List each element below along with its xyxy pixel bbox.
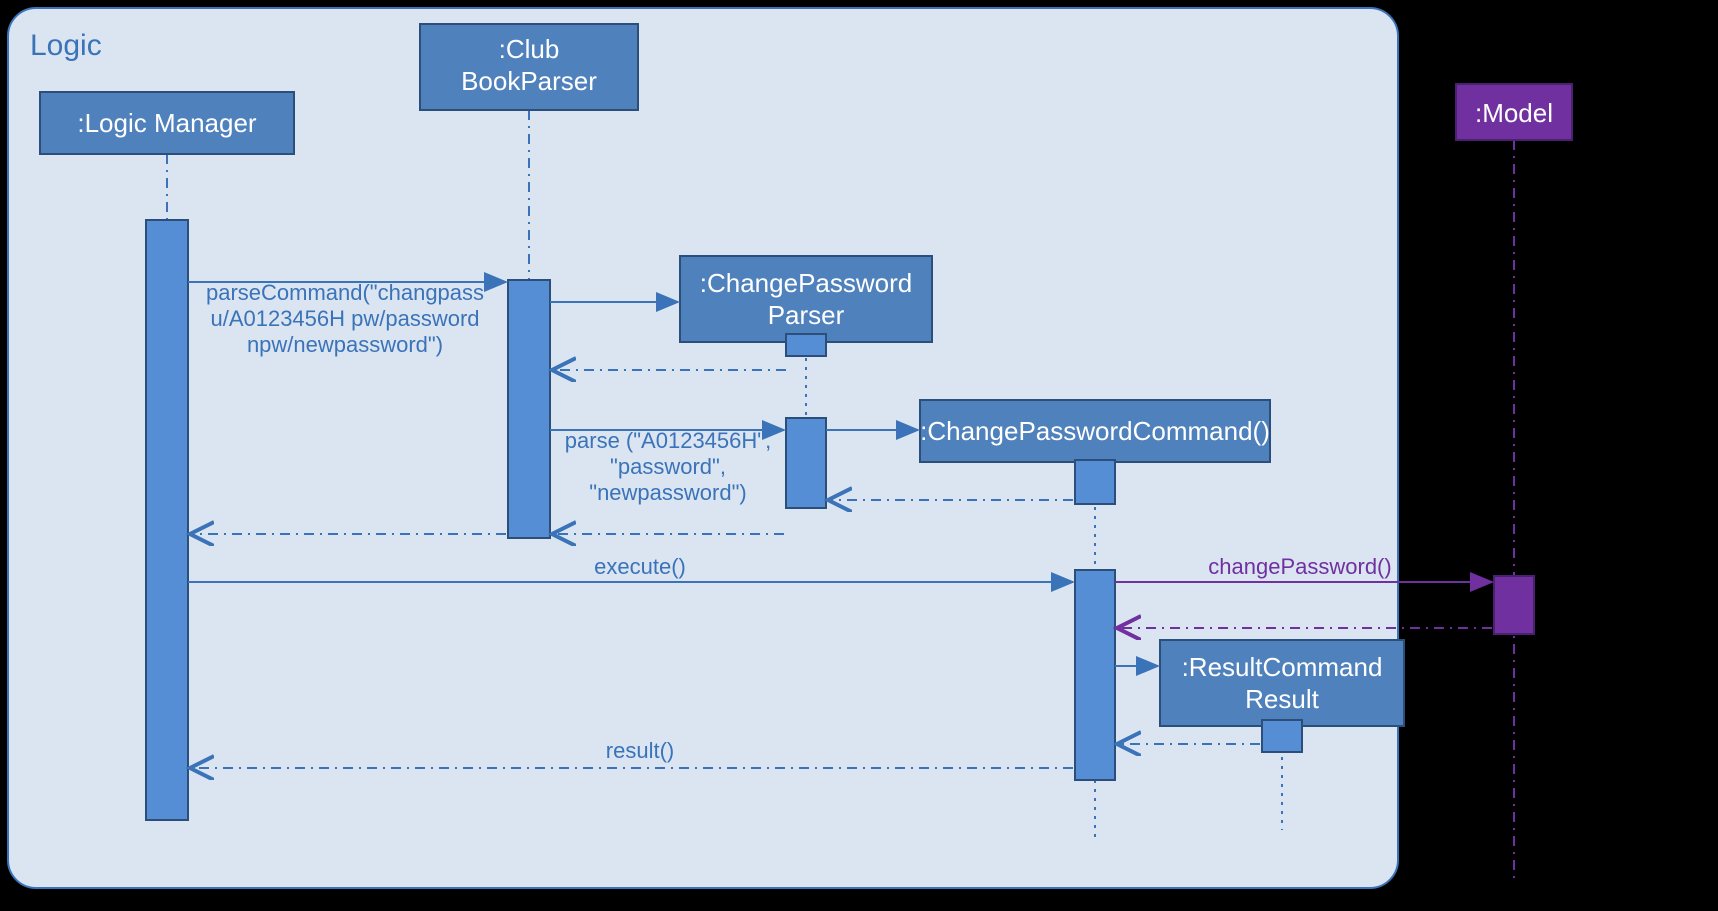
participant-change-password-parser-label-2: Parser (768, 300, 845, 330)
participant-result-command-label-2: Result (1245, 684, 1319, 714)
msg-parse-label-1: parse ("A0123456H", (565, 428, 771, 453)
msg-execute-label: execute() (594, 554, 686, 579)
activation-logic-manager (146, 220, 188, 820)
participant-change-password-parser-label-1: :ChangePassword (700, 268, 912, 298)
activation-change-password-command (1075, 570, 1115, 780)
activation-model (1494, 576, 1534, 634)
msg-parse-command-label-3: npw/newpassword") (247, 332, 443, 357)
activation-club-book-parser (508, 280, 550, 538)
participant-club-book-parser-label-1: :Club (499, 34, 560, 64)
participant-result-command-label-1: :ResultCommand (1182, 652, 1383, 682)
participant-model-label: :Model (1475, 98, 1553, 128)
activation-change-password-parser-small (786, 334, 826, 356)
msg-parse-label-3: "newpassword") (589, 480, 746, 505)
msg-parse-command-label-1: parseCommand("changpass (206, 280, 484, 305)
activation-change-password-parser (786, 418, 826, 508)
msg-result-label: result() (606, 738, 674, 763)
msg-parse-command-label-2: u/A0123456H pw/password (210, 306, 479, 331)
msg-change-password-label: changePassword() (1208, 554, 1391, 579)
msg-parse-label-2: "password", (610, 454, 726, 479)
participant-club-book-parser-label-2: BookParser (461, 66, 597, 96)
participant-logic-manager-label: :Logic Manager (77, 108, 257, 138)
participant-change-password-command-label: :ChangePasswordCommand() (920, 416, 1270, 446)
activation-result-command (1262, 720, 1302, 752)
frame-label: Logic (30, 29, 102, 62)
activation-change-password-command-small (1075, 460, 1115, 504)
